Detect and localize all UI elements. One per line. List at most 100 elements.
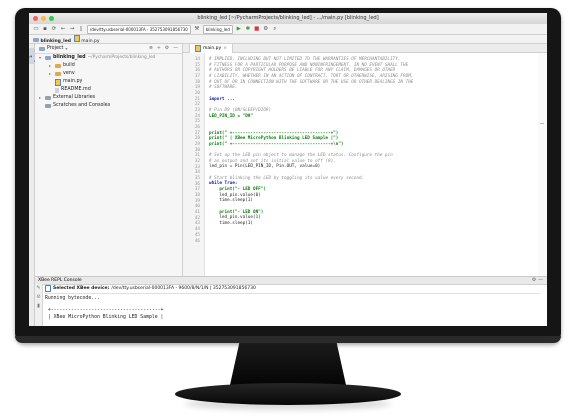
repl-output[interactable]: Running bytecode... +-------------------… [45, 293, 540, 326]
port-selector[interactable]: /dev/tty.usbserial-000013FA - 3527530918… [87, 24, 191, 34]
code-line-text: LED_PIN_ID = "D9" [209, 113, 253, 119]
markdown-file-icon [55, 87, 59, 93]
code-line-text: time.sleep(1) [209, 221, 253, 227]
scrollbar-marker [540, 123, 544, 124]
hide-icon[interactable]: — [173, 44, 178, 53]
sync-icon[interactable]: ⟳ [51, 26, 57, 32]
close-tab-icon[interactable]: × [223, 44, 227, 53]
breadcrumb-file-icon [73, 35, 80, 42]
line-number: 46 [194, 238, 200, 244]
back-icon[interactable]: ← [60, 26, 66, 32]
code-line-text: # FITNESS FOR A PARTICULAR PURPOSE AND N… [209, 62, 409, 68]
tab-main-py[interactable]: main.py × [189, 44, 233, 53]
project-tree: ▾ blinking_led ~/PycharmProjects/blinking_… [35, 54, 182, 110]
tree-item[interactable]: main.py [35, 78, 182, 86]
code-line-text: led_pin = Pin(LED_PIN_ID, Pin.OUT, value… [209, 164, 321, 170]
chevron-right-icon[interactable]: ▾ [39, 54, 43, 62]
run-config-selector[interactable]: blinking_led [202, 24, 233, 34]
folder-icon [55, 64, 61, 68]
repl-title: XBee REPL Console [38, 278, 82, 283]
folder-icon [45, 56, 51, 60]
chevron-down-icon[interactable]: ▾ [65, 44, 69, 53]
breadcrumb-folder-icon [33, 38, 39, 42]
code-line-text: led_pin.value(0) [209, 192, 261, 198]
monitor-chin [15, 336, 561, 343]
code-line-text: # Set up the LED pin object to manage th… [209, 153, 393, 159]
tree-item-label: blinking_led [53, 55, 86, 60]
code-line-text: import ... [209, 96, 235, 102]
stop-icon[interactable]: ■ [254, 26, 260, 32]
code-editor[interactable]: # IMPLIED, INCLUDING BUT NOT LIMITED TO … [209, 53, 539, 280]
code-line-text: # LIABILITY, WHETHER IN AN ACTION OF CON… [209, 73, 414, 79]
repl-device-info: Selected XBee device: /dev/tty.usbserial… [45, 285, 256, 292]
library-icon [45, 96, 51, 100]
tree-item[interactable]: README.md [35, 86, 182, 94]
repl-panel: XBee REPL Console ⚙ — ✎ ⊘ ▮ Selected XBe… [35, 276, 547, 326]
repl-output-line: | XBee MicroPython Blinking LED Sample | [45, 314, 164, 320]
editor-tabs: main.py × [183, 44, 547, 53]
main-toolbar: ▭ ▪ ⟳ ← → ▯ /dev/tty.usbserial-000013FA … [29, 24, 547, 35]
tree-item-label: venv [63, 71, 75, 76]
gear-icon[interactable]: ⚙ [165, 44, 169, 53]
tree-item[interactable]: ▾ blinking_led ~/PycharmProjects/blinking_… [35, 54, 182, 62]
title-bar: blinking_led [~/PycharmProjects/blinking… [29, 13, 547, 24]
close-window-button[interactable] [33, 16, 38, 21]
code-line-text: # OUT OF OR IN CONNECTION WITH THE SOFTW… [209, 79, 414, 85]
wrench-icon[interactable]: ⚙ [263, 26, 269, 32]
tree-item[interactable]: ▸ External Libraries [35, 94, 182, 102]
code-line-text: # SOFTWARE. [209, 85, 238, 91]
collapse-icon[interactable]: ÷ [157, 44, 161, 53]
search-icon[interactable]: ⌕ [272, 26, 278, 32]
save-icon[interactable]: ▪ [42, 26, 48, 32]
delete-icon[interactable]: ▮ [35, 302, 42, 311]
code-line-text: print("- LED OFF") [209, 187, 266, 193]
monitor-stand-base [175, 383, 401, 405]
tree-item-label: README.md [61, 87, 91, 92]
tree-item-label: Scratches and Consoles [53, 103, 111, 108]
ide-window: blinking_led [~/PycharmProjects/blinking… [29, 13, 547, 326]
tree-item-label: main.py [63, 79, 83, 84]
project-view-selector[interactable]: Project [47, 44, 63, 53]
python-file-icon [195, 45, 201, 52]
project-panel-header: Project ▾ ⊕ ÷ ⚙ — [35, 44, 182, 54]
chevron-right-icon[interactable]: ▸ [49, 62, 53, 70]
code-line-text: print(" +-------------------------------… [209, 130, 339, 136]
tree-item[interactable]: Scratches and Consoles [35, 102, 182, 110]
breadcrumb: blinking_led main.py [29, 35, 547, 44]
clear-icon[interactable]: ⊘ [35, 293, 42, 302]
hide-panel-icon[interactable]: — [538, 277, 543, 283]
code-line-text: # AUTHORS OR COPYRIGHT HOLDERS BE LIABLE… [209, 68, 396, 74]
chevron-right-icon[interactable]: ▸ [39, 94, 43, 102]
target-icon[interactable]: ⊕ [149, 44, 153, 53]
folder-icon [55, 72, 61, 76]
open-folder-icon[interactable]: ▭ [33, 26, 39, 32]
tab-label: main.py [203, 46, 222, 51]
monitor-stand-neck [230, 343, 346, 385]
repl-header: XBee REPL Console ⚙ — [35, 277, 547, 285]
editor-scrollbar[interactable] [538, 53, 547, 276]
code-line-text: print(" +-------------------------------… [209, 141, 344, 147]
debug-icon[interactable]: ✱ [245, 26, 251, 32]
python-file-icon [55, 78, 61, 86]
tree-item[interactable]: ▸ build [35, 62, 182, 70]
code-line-text: # Pin D9 (ON/SLEEP/DIO9) [209, 107, 272, 113]
window-title: blinking_led [~/PycharmProjects/blinking… [197, 15, 379, 21]
connect-icon[interactable]: ✎ [35, 284, 42, 293]
gear-icon[interactable]: ⚙ [532, 277, 536, 283]
device-icon: ▯ [79, 26, 83, 32]
project-tool-tab[interactable]: 1: Project [29, 48, 38, 64]
run-icon[interactable]: ▶ [236, 26, 242, 32]
minimize-window-button[interactable] [41, 16, 46, 21]
code-line-text: time.sleep(1) [209, 198, 253, 204]
chevron-right-icon[interactable]: ▸ [49, 70, 53, 78]
forward-icon[interactable]: → [69, 26, 75, 32]
zoom-window-button[interactable] [49, 16, 54, 21]
code-line-text: print(" | XBee MicroPython Blinking LED … [209, 136, 339, 142]
line-number-gutter: 14 15 16 17 18 19 20 21 22 23 24 25 26 27 28 29 30 31 32 33… [183, 53, 205, 276]
tree-item[interactable]: ▸ venv [35, 70, 182, 78]
project-panel: Project ▾ ⊕ ÷ ⚙ — ▾ blinking_led ~/Pycharm… [35, 44, 183, 276]
hammer-icon[interactable]: ⚒ [194, 26, 200, 32]
selected-device-value: /dev/tty.usbserial-000013FA - 9600/8/N/1… [111, 286, 256, 291]
repl-side-toolbar: ✎ ⊘ ▮ [35, 284, 43, 326]
